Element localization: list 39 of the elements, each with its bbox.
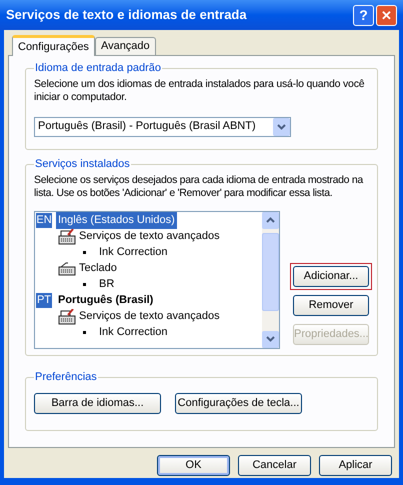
tree-item[interactable]: BR <box>99 276 114 293</box>
tree-item[interactable]: Português (Brasil) <box>56 292 156 309</box>
tree-item[interactable]: Serviços de texto avançados <box>79 308 220 325</box>
description-text: Selecione um dos idiomas de entrada instalados para usá-lo quando você iniciar o computador. <box>34 78 366 104</box>
window-title: Serviços de texto e idiomas de entrada <box>6 6 248 24</box>
group-label: Serviços instalados <box>34 157 131 172</box>
chevron-down-icon <box>266 336 275 342</box>
button[interactable]: Cancelar <box>238 455 311 476</box>
help-button[interactable]: ? <box>353 4 374 26</box>
tree-item[interactable]: Ink Correction <box>99 244 168 261</box>
keyboard-pen-icon <box>58 228 76 244</box>
scroll-up-button[interactable] <box>262 212 279 228</box>
description-text: Selecione os serviços desejados para cada idioma de entrada mostrado na lista. Use os botões 'Adicionar' e 'Remover' para modificar essa lista. <box>34 174 364 200</box>
button[interactable]: Aplicar <box>319 455 392 476</box>
group-label: Idioma de entrada padrão <box>34 61 162 76</box>
keyboard-pen-icon <box>58 308 76 324</box>
button[interactable]: Adicionar... <box>293 266 369 286</box>
tree-item[interactable]: Serviços de texto avançados <box>79 228 220 245</box>
language-code-badge: EN <box>36 213 52 228</box>
chevron-up-icon <box>266 217 275 223</box>
scrollbar-thumb[interactable] <box>262 232 279 310</box>
scroll-down-button[interactable] <box>262 330 279 348</box>
button[interactable]: Barra de idiomas... <box>34 392 161 414</box>
language-dropdown[interactable]: Português (Brasil) - Português (Brasil ABNT) <box>34 116 291 136</box>
bullet-icon <box>83 331 86 334</box>
button[interactable]: Remover <box>293 294 369 316</box>
language-code-badge: PT <box>36 293 52 308</box>
tab[interactable]: Configurações <box>12 35 95 56</box>
tree-item[interactable]: Teclado <box>79 260 117 277</box>
bullet-icon <box>83 251 86 254</box>
tab[interactable]: Avançado <box>94 37 156 55</box>
tree-item[interactable]: Inglês (Estados Unidos) <box>56 212 177 229</box>
tree-item[interactable]: Ink Correction <box>99 324 168 341</box>
keyboard-icon <box>58 262 76 276</box>
close-button[interactable]: ✕ <box>376 4 397 26</box>
button[interactable]: Configurações de tecla... <box>175 392 302 414</box>
button[interactable]: OK <box>157 455 230 476</box>
group-label: Preferências <box>34 370 98 385</box>
bullet-icon <box>83 283 86 286</box>
